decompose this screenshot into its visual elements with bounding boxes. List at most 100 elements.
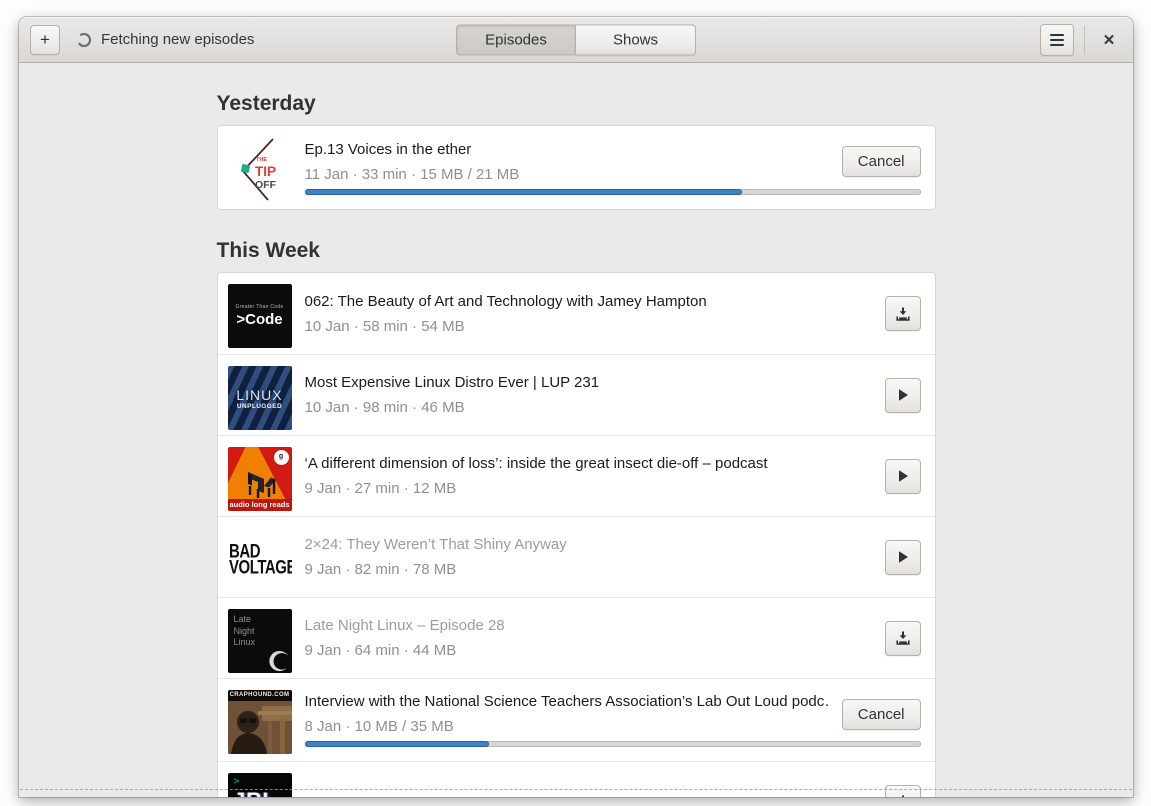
episode-title: Bot or Not	[305, 794, 871, 798]
download-icon	[895, 307, 910, 321]
episode-body: Ep.13 Voices in the ether 11 Jan · 33 mi…	[304, 136, 921, 199]
episode-row[interactable]: Late Night Linux Late Night Linux – Episod…	[217, 597, 935, 678]
play-button[interactable]	[884, 377, 921, 413]
episode-meta: 9 Jan · 64 min · 44 MB	[304, 642, 457, 659]
episode-row[interactable]: Greater Than Code >Code 062: The Beauty o…	[218, 273, 935, 354]
plus-icon: +	[40, 30, 50, 49]
header-right: ✕	[1040, 23, 1125, 56]
download-progress-fill	[304, 741, 490, 747]
episode-info: ‘A different dimension of loss’: inside …	[305, 455, 871, 497]
episode-info: Interview with the National Science Teac…	[305, 693, 828, 735]
close-button[interactable]: ✕	[1095, 26, 1123, 54]
episode-body: Bot or Not	[305, 772, 921, 797]
view-switcher: Episodes Shows	[456, 24, 696, 55]
status-text: Fetching new episodes	[101, 31, 255, 48]
episode-info: 062: The Beauty of Art and Technology wi…	[305, 293, 871, 335]
episode-action: Cancel	[841, 698, 921, 730]
show-artwork: Greater Than Code >Code	[227, 284, 292, 348]
episode-title: Late Night Linux – Episode 28	[304, 617, 505, 634]
show-artwork: THE TIP OFF	[227, 137, 292, 201]
episode-meta: 9 Jan · 27 min · 12 MB	[304, 480, 457, 497]
episode-row[interactable]: BAD VOLTAGE 2×24: They Weren’t That Shiny…	[217, 516, 935, 597]
episode-action	[884, 784, 921, 797]
show-artwork: >JRI	[227, 773, 292, 797]
add-podcast-button[interactable]: +	[30, 24, 60, 55]
show-artwork: g audio long reads	[227, 447, 292, 511]
episode-sections: Yesterday THE TIP OFF Ep.13 Voices in th…	[216, 92, 936, 797]
play-button[interactable]	[884, 458, 921, 494]
spinner-icon	[76, 32, 92, 47]
episode-body: Late Night Linux – Episode 28 9 Jan · 64…	[305, 608, 921, 668]
episode-meta: 9 Jan · 82 min · 78 MB	[304, 561, 457, 578]
episode-action	[884, 377, 921, 413]
episode-section: This Week Greater Than Code >Code 062: Th…	[216, 239, 936, 797]
show-artwork: CRAPHOUND.COM	[227, 690, 292, 754]
cancel-button[interactable]: Cancel	[841, 146, 921, 177]
episode-body: 2×24: They Weren’t That Shiny Anyway 9 J…	[305, 527, 921, 587]
episode-info: Late Night Linux – Episode 28 9 Jan · 64…	[305, 617, 871, 659]
download-progress-fill	[304, 189, 742, 195]
svg-text:OFF: OFF	[255, 179, 277, 191]
scroll-undershoot-indicator	[20, 789, 1132, 790]
episode-row[interactable]: THE TIP OFF Ep.13 Voices in the ether 11…	[218, 126, 935, 209]
episode-row[interactable]: g audio long reads ‘A different dimension…	[217, 435, 935, 516]
headerbar: + Fetching new episodes Episodes Shows ✕	[19, 17, 1133, 63]
episode-action	[884, 539, 921, 575]
episode-title: Ep.13 Voices in the ether	[304, 140, 472, 158]
episode-card: THE TIP OFF Ep.13 Voices in the ether 11…	[216, 125, 936, 210]
episode-row[interactable]: LINUX UNPLUGGED Most Expensive Linux Dist…	[217, 354, 935, 435]
episode-info: Ep.13 Voices in the ether 11 Jan · 33 mi…	[305, 141, 828, 183]
episode-scroll-area[interactable]: Yesterday THE TIP OFF Ep.13 Voices in th…	[19, 63, 1133, 797]
episode-meta: 8 Jan · 10 MB / 35 MB	[304, 718, 454, 735]
episode-body: Interview with the National Science Teac…	[304, 689, 921, 751]
episode-action	[884, 296, 921, 331]
episode-card: Greater Than Code >Code 062: The Beauty o…	[216, 272, 936, 797]
episode-section: Yesterday THE TIP OFF Ep.13 Voices in th…	[216, 92, 936, 210]
episode-info: Bot or Not	[305, 794, 871, 798]
play-icon	[898, 470, 908, 482]
episode-title: Most Expensive Linux Distro Ever | LUP 2…	[304, 374, 600, 391]
section-title: This Week	[216, 239, 320, 262]
show-artwork: Late Night Linux	[227, 609, 292, 673]
episode-body: 062: The Beauty of Art and Technology wi…	[305, 283, 921, 344]
download-button[interactable]	[884, 620, 921, 656]
play-icon	[898, 551, 908, 563]
episode-body: Most Expensive Linux Distro Ever | LUP 2…	[305, 365, 921, 425]
download-progressbar	[304, 189, 921, 195]
download-icon	[895, 631, 910, 645]
episode-action: Cancel	[841, 146, 921, 177]
tab-episodes[interactable]: Episodes	[456, 24, 576, 55]
episode-meta: 11 Jan · 33 min · 15 MB / 21 MB	[304, 165, 520, 183]
episode-title: 2×24: They Weren’t That Shiny Anyway	[304, 536, 567, 553]
svg-text:THE: THE	[256, 157, 267, 163]
menu-button[interactable]	[1040, 23, 1074, 56]
download-button[interactable]	[884, 784, 921, 797]
hamburger-menu-icon	[1050, 33, 1064, 46]
episode-meta: 10 Jan · 98 min · 46 MB	[304, 399, 465, 416]
show-artwork: BAD VOLTAGE	[227, 528, 292, 592]
play-icon	[898, 389, 908, 401]
episode-title: Interview with the National Science Teac…	[304, 693, 828, 710]
tab-shows[interactable]: Shows	[576, 24, 696, 55]
episode-action	[884, 620, 921, 656]
episode-row[interactable]: >JRI Bot or Not	[217, 761, 935, 797]
episode-title: ‘A different dimension of loss’: inside …	[304, 455, 768, 472]
episode-meta: 10 Jan · 58 min · 54 MB	[304, 317, 465, 335]
show-artwork: LINUX UNPLUGGED	[227, 366, 292, 430]
episode-title: 062: The Beauty of Art and Technology wi…	[304, 292, 707, 310]
svg-text:TIP: TIP	[255, 164, 276, 179]
episode-action	[884, 458, 921, 494]
episode-body: ‘A different dimension of loss’: inside …	[305, 446, 921, 506]
download-icon	[901, 795, 904, 797]
cancel-button[interactable]: Cancel	[841, 698, 921, 730]
status-area: Fetching new episodes	[76, 31, 254, 48]
header-separator	[1084, 25, 1085, 54]
download-progressbar	[304, 741, 921, 747]
close-icon: ✕	[1102, 31, 1116, 49]
episode-info: 2×24: They Weren’t That Shiny Anyway 9 J…	[305, 536, 871, 578]
episode-row[interactable]: CRAPHOUND.COM Interview with the Nationa…	[217, 678, 935, 761]
play-button[interactable]	[884, 539, 921, 575]
app-window: + Fetching new episodes Episodes Shows ✕…	[19, 17, 1133, 797]
download-button[interactable]	[884, 296, 921, 331]
section-title: Yesterday	[216, 92, 316, 115]
